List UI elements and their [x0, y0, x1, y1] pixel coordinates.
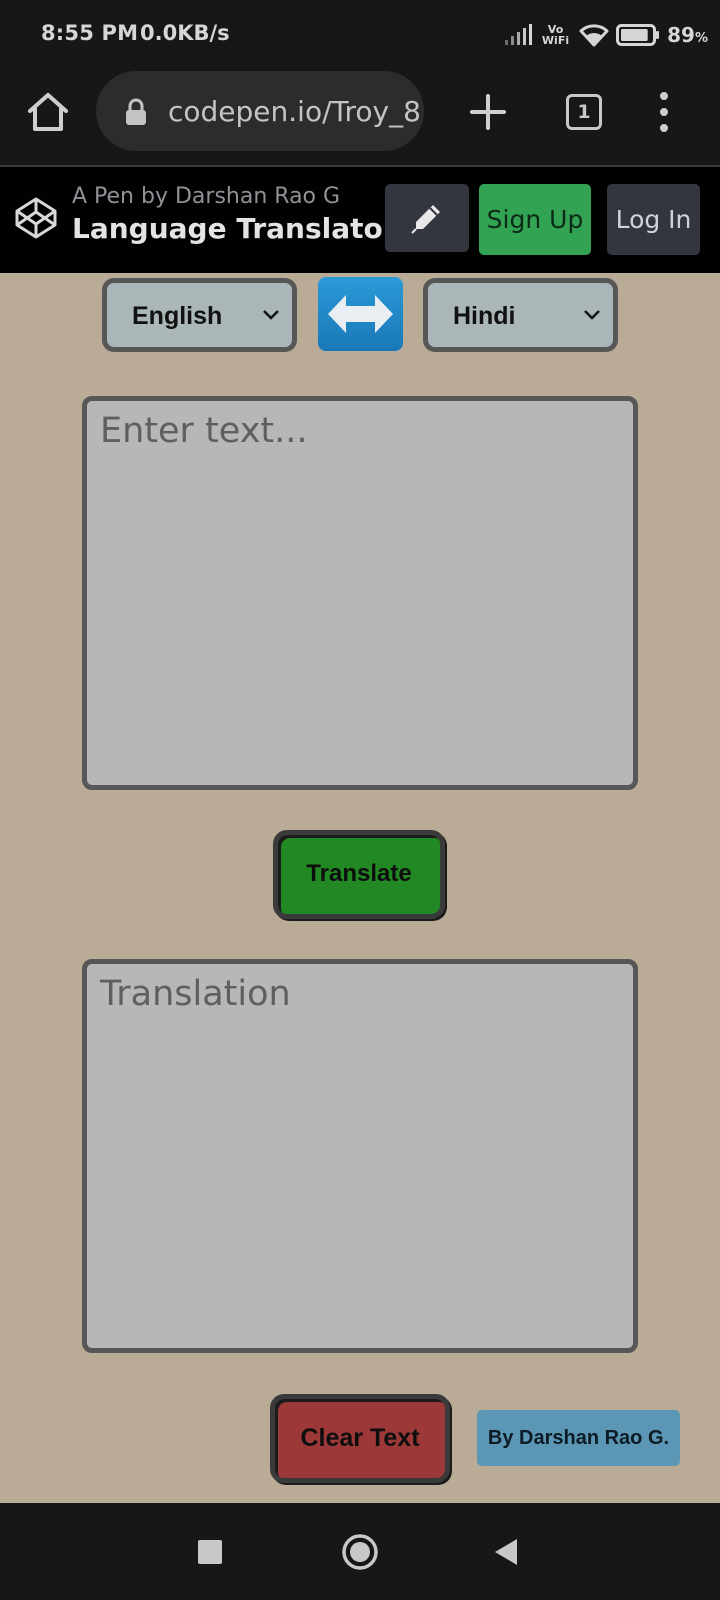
plus-icon[interactable]: [468, 92, 508, 132]
triangle-back-icon[interactable]: [493, 1537, 519, 1567]
battery-percent-unit: %: [694, 31, 708, 46]
translate-button[interactable]: Translate: [273, 830, 445, 919]
source-language-select[interactable]: English: [102, 278, 297, 352]
pen-title: Language Translator: [72, 212, 397, 245]
battery-percent-value: 89: [667, 23, 695, 47]
network-speed: 0.0KB/s: [140, 21, 230, 45]
browser-toolbar: codepen.io/Troy_8 1: [0, 70, 720, 167]
author-badge[interactable]: By Darshan Rao G.: [477, 1410, 680, 1466]
home-icon[interactable]: [26, 90, 70, 134]
input-textarea[interactable]: Enter text...: [82, 396, 638, 790]
chevron-down-icon: [263, 310, 279, 320]
chevron-down-icon: [584, 310, 600, 320]
status-bar: 8:55 PM 0.0KB/s Vo WiFi 89%: [0, 0, 720, 70]
battery-icon: [616, 24, 660, 46]
output-textarea[interactable]: Translation: [82, 959, 638, 1353]
source-language-value: English: [132, 302, 223, 330]
pen-header: A Pen by Darshan Rao G Language Translat…: [0, 167, 720, 273]
target-language-select[interactable]: Hindi: [423, 278, 618, 352]
translator-app: English Hindi Enter text... Translate Tr…: [0, 273, 720, 1503]
output-placeholder: Translation: [100, 974, 291, 1014]
signal-icon: [504, 24, 532, 45]
battery-percent: 89%: [667, 23, 708, 47]
left-right-arrow-icon: [328, 295, 393, 333]
vowifi-label: Vo WiFi: [542, 24, 569, 46]
edit-button[interactable]: [385, 184, 469, 252]
tab-count-button[interactable]: 1: [566, 94, 602, 130]
square-icon[interactable]: [197, 1539, 223, 1565]
status-icons: Vo WiFi 89%: [504, 18, 708, 52]
vowifi-bottom: WiFi: [541, 34, 570, 47]
clear-text-button[interactable]: Clear Text: [270, 1394, 450, 1483]
lock-icon: [126, 98, 146, 125]
input-placeholder: Enter text...: [100, 411, 308, 451]
pen-byline: A Pen by Darshan Rao G: [72, 184, 341, 209]
status-time: 8:55 PM: [41, 21, 139, 45]
system-nav-bar: [0, 1503, 720, 1600]
url-text: codepen.io/Troy_8: [168, 95, 421, 128]
wifi-icon: [579, 24, 609, 47]
codepen-logo-icon[interactable]: [14, 196, 58, 240]
circle-icon[interactable]: [341, 1533, 379, 1571]
more-vertical-icon[interactable]: [652, 90, 676, 134]
address-bar[interactable]: codepen.io/Troy_8: [96, 71, 424, 151]
log-in-button[interactable]: Log In: [607, 184, 700, 255]
target-language-value: Hindi: [453, 302, 516, 330]
pencil-icon: [411, 205, 440, 234]
sign-up-button[interactable]: Sign Up: [479, 184, 591, 255]
swap-languages-button[interactable]: [318, 277, 403, 351]
